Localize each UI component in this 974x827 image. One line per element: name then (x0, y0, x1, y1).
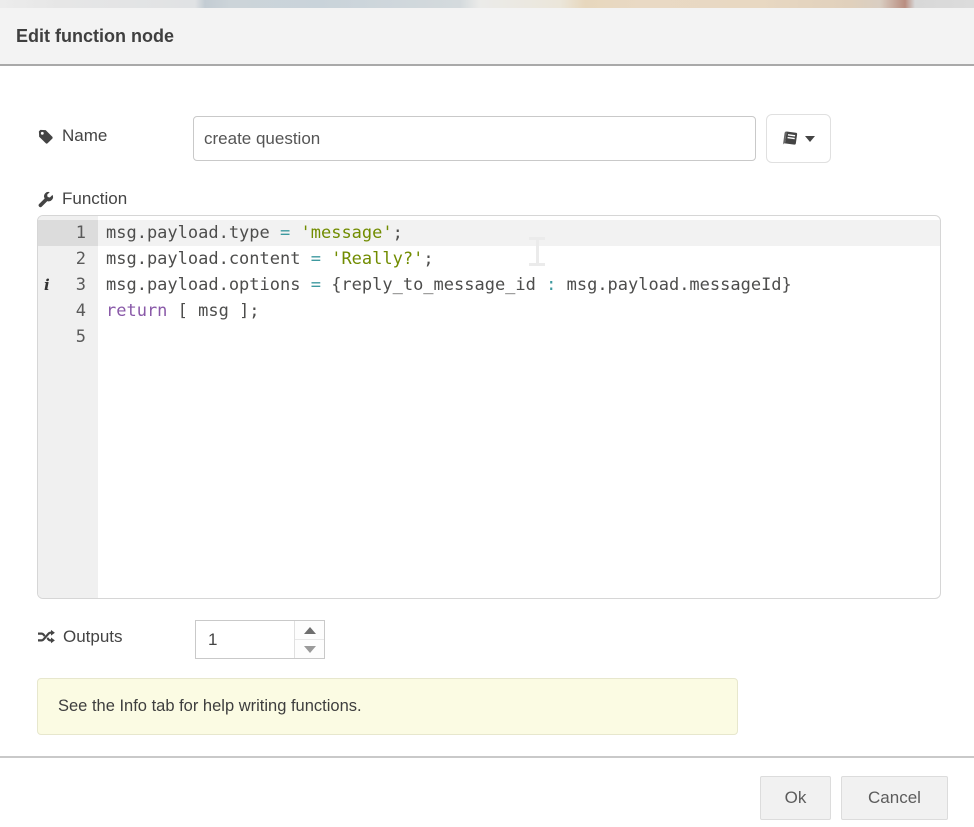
name-label: Name (62, 126, 107, 146)
library-dropdown-button[interactable] (766, 114, 831, 163)
background-workspace-strip (0, 0, 974, 8)
name-label-row: Name (37, 126, 107, 146)
outputs-label-row: Outputs (37, 627, 123, 647)
shuffle-icon (37, 629, 55, 645)
dialog-footer: Ok Cancel (0, 758, 974, 827)
outputs-spinner (195, 620, 325, 659)
code-line[interactable]: return [ msg ]; (98, 298, 940, 324)
code-line[interactable]: msg.payload.type = 'message'; (98, 220, 940, 246)
info-tip-box: See the Info tab for help writing functi… (37, 678, 738, 735)
info-tip-text: See the Info tab for help writing functi… (58, 697, 362, 716)
wrench-icon (37, 191, 54, 208)
editor-code[interactable]: msg.payload.type = 'message';msg.payload… (98, 216, 940, 598)
dialog-title: Edit function node (16, 26, 174, 47)
code-line[interactable]: msg.payload.options = {reply_to_message_… (98, 272, 940, 298)
spinner-buttons (294, 621, 324, 658)
caret-down-icon (304, 646, 316, 653)
spinner-down-button[interactable] (295, 640, 324, 658)
cancel-button[interactable]: Cancel (841, 776, 948, 820)
gutter-line-number: i3 (38, 272, 98, 298)
gutter-line-number: 5 (38, 324, 98, 350)
tag-icon (37, 128, 54, 145)
dialog-header: Edit function node (0, 8, 974, 66)
function-label: Function (62, 189, 127, 209)
outputs-input[interactable] (196, 621, 294, 658)
editor-gutter: 12i345 (38, 216, 98, 598)
outputs-label: Outputs (63, 627, 123, 647)
spinner-up-button[interactable] (295, 621, 324, 640)
code-line[interactable]: msg.payload.content = 'Really?'; (98, 246, 940, 272)
book-icon (782, 131, 798, 147)
gutter-line-number: 2 (38, 246, 98, 272)
gutter-line-number: 4 (38, 298, 98, 324)
code-line[interactable] (98, 324, 940, 350)
caret-up-icon (304, 627, 316, 634)
ok-button[interactable]: Ok (760, 776, 831, 820)
info-annotation-icon: i (44, 272, 50, 298)
chevron-down-icon (805, 136, 815, 142)
function-code-editor[interactable]: 12i345 msg.payload.type = 'message';msg.… (37, 215, 941, 599)
gutter-line-number: 1 (38, 220, 98, 246)
name-input[interactable] (193, 116, 756, 161)
function-label-row: Function (37, 189, 127, 209)
edit-function-node-dialog: Edit function node Name Function 12i345 … (0, 8, 974, 827)
